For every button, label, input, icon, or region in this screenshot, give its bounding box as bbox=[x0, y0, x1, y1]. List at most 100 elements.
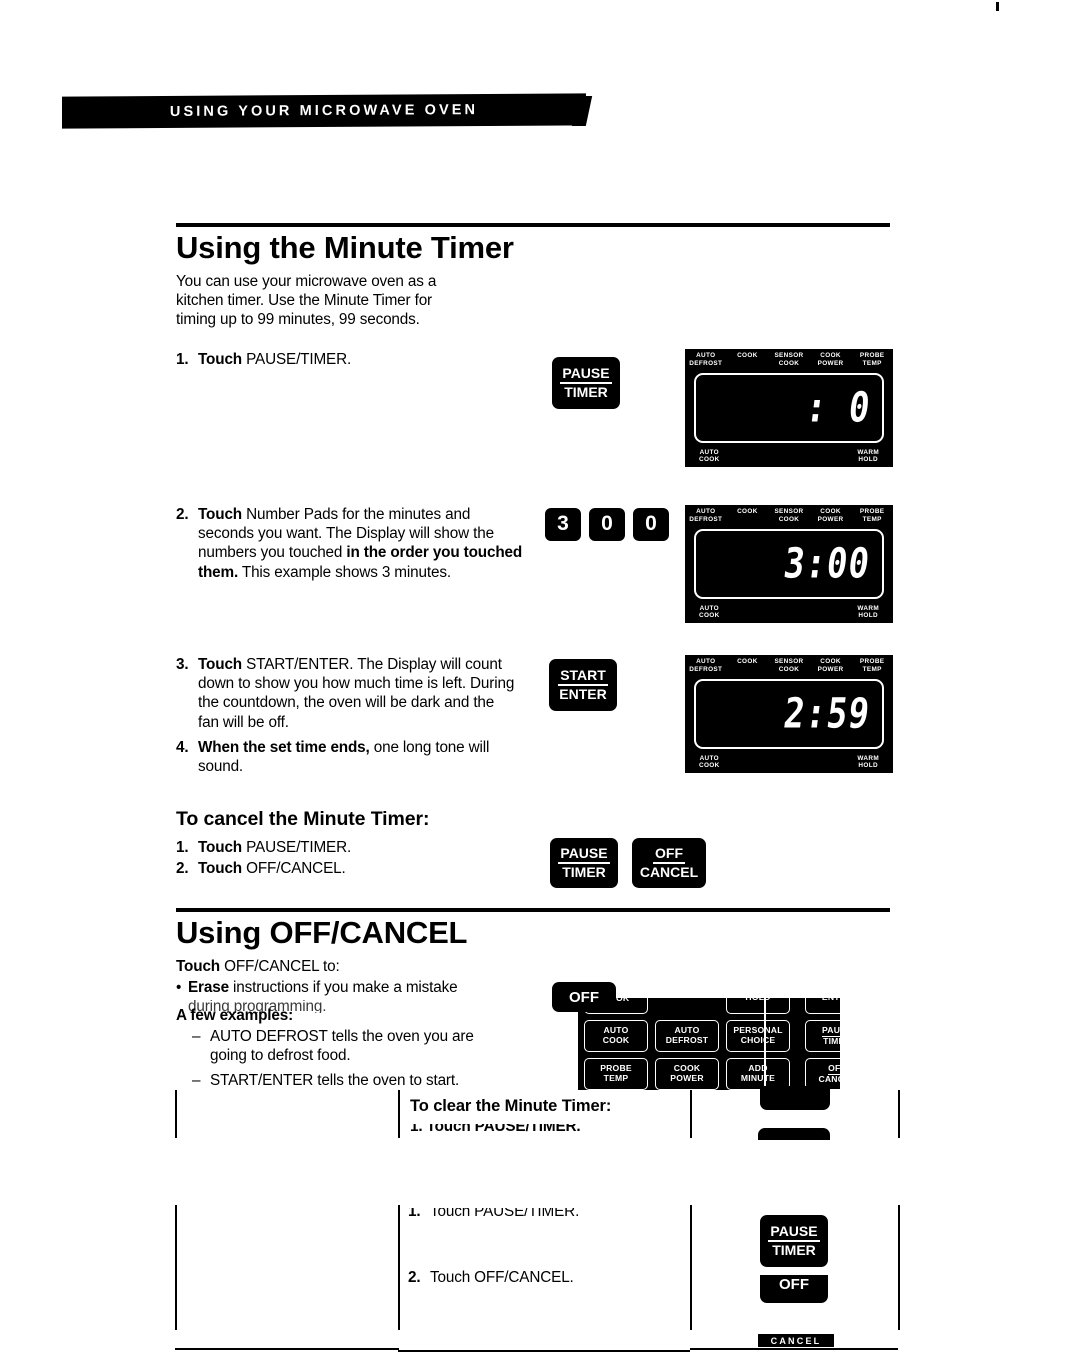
control-panel-divider bbox=[764, 998, 766, 1090]
cancel-step-2: 2. Touch OFF/CANCEL. bbox=[176, 860, 346, 877]
cp-key-personal-choice[interactable]: PERSONAL CHOICE bbox=[726, 1020, 790, 1052]
key-start-enter[interactable]: START ENTER bbox=[549, 659, 617, 711]
key-label-pause: PAUSE bbox=[560, 366, 612, 384]
display-1-annunciators-bottom: AUTO COOK WARM HOLD bbox=[699, 448, 879, 464]
intro-line-1: You can use your microwave oven as a bbox=[176, 273, 437, 290]
bullet-erase-text: instructions if you make a mistake bbox=[228, 979, 458, 996]
page-title-off-cancel: Using OFF/CANCEL bbox=[176, 915, 468, 950]
bullet-erase: • Erase instructions if you make a mista… bbox=[176, 978, 526, 997]
key-label-off: OFF bbox=[653, 846, 685, 864]
key-pause-timer-cancel[interactable]: PAUSE TIMER bbox=[550, 838, 618, 888]
display-3-annunciators-bottom: AUTO COOK WARM HOLD bbox=[699, 754, 879, 770]
step-2-number: 2. bbox=[176, 506, 189, 523]
dash-marker-1: – bbox=[192, 1028, 201, 1045]
fragment-step-2-text: Touch OFF/CANCEL. bbox=[430, 1269, 574, 1286]
example-start-enter: – START/ENTER tells the oven to start. bbox=[192, 1071, 522, 1090]
column-rule-far-right-lower bbox=[898, 1205, 900, 1330]
key-number-3[interactable]: 3 bbox=[545, 508, 581, 541]
key-number-0-first[interactable]: 0 bbox=[589, 508, 625, 541]
step-1-number: 1. bbox=[176, 351, 189, 368]
step-4: 4. When the set time ends, one long tone… bbox=[176, 738, 516, 776]
ann-power: POWER bbox=[817, 359, 844, 367]
cp-key-auto-cook[interactable]: AUTO COOK bbox=[584, 1020, 648, 1052]
display-2-annunciators-top: AUTO DEFROST COOK SENSOR COOK COOK POWER PR… bbox=[689, 508, 885, 523]
cancel-step-1-text: PAUSE/TIMER. bbox=[242, 839, 352, 856]
key-off-cancel[interactable]: OFF CANCEL bbox=[632, 838, 706, 888]
cp-key-probe-temp[interactable]: PROBE TEMP bbox=[584, 1058, 648, 1090]
example-start-enter-text: START/ENTER tells the oven to start. bbox=[210, 1072, 460, 1089]
clipped-keycap-top bbox=[760, 1086, 832, 1112]
fragment-step-1-clipped: 1. Touch PAUSE/TIMER. bbox=[408, 1208, 668, 1228]
cancel-step-1-number: 1. bbox=[176, 839, 189, 856]
column-rule-left-upper bbox=[175, 1090, 177, 1138]
key-cancel-fragment[interactable]: CANCEL bbox=[758, 1334, 834, 1347]
key-off-fragment-clip: OFF bbox=[760, 1275, 832, 1303]
key-number-0-second[interactable]: 0 bbox=[633, 508, 669, 541]
clipped-keycap-bottom-shape[interactable] bbox=[758, 1128, 830, 1140]
column-rule-left-lower bbox=[175, 1205, 177, 1330]
step-3-lead: Touch bbox=[198, 656, 242, 673]
off-cancel-lead-text: OFF/CANCEL to: bbox=[220, 958, 340, 975]
display-3-screen: 2:59 bbox=[694, 679, 884, 749]
cp-key-hold[interactable]: HOLD bbox=[726, 998, 790, 1014]
key-off-overlay[interactable]: OFF bbox=[552, 982, 616, 1012]
key-number-0-second-label: 0 bbox=[645, 512, 657, 536]
bullet-dot-icon: • bbox=[176, 979, 182, 996]
examples-heading: A few examples: bbox=[176, 1007, 294, 1024]
control-panel-row-1: COOK HOLD ENTER bbox=[584, 998, 840, 1014]
column-rule-far-right-upper bbox=[898, 1090, 900, 1138]
key-off-fragment[interactable]: OFF bbox=[760, 1275, 828, 1303]
cp-key-cook-power[interactable]: COOK POWER bbox=[655, 1058, 719, 1090]
ann-cook: COOK bbox=[737, 352, 758, 359]
display-step-1: AUTO DEFROST COOK SENSOR COOK COOK POWER PR… bbox=[685, 349, 893, 467]
key-pause-timer-fragment[interactable]: PAUSE TIMER bbox=[760, 1215, 828, 1267]
display-step-2: AUTO DEFROST COOK SENSOR COOK COOK POWER PR… bbox=[685, 505, 893, 623]
key-pause-timer-step1[interactable]: PAUSE TIMER bbox=[552, 357, 620, 409]
step-2: 2. Touch Number Pads for the minutes and… bbox=[176, 505, 524, 582]
ann-defrost: DEFROST bbox=[689, 359, 723, 367]
off-cancel-lead-bold: Touch bbox=[176, 958, 220, 975]
display-2-annunciators-bottom: AUTO COOK WARM HOLD bbox=[699, 604, 879, 620]
example-auto-defrost-text: AUTO DEFROST tells the oven you are goin… bbox=[210, 1028, 474, 1065]
example-auto-defrost: – AUTO DEFROST tells the oven you are go… bbox=[192, 1027, 512, 1065]
control-panel-diagram: COOK HOLD ENTER AUTO COOK AUTO DEFR bbox=[578, 998, 840, 1090]
clipped-keycap-shape[interactable] bbox=[760, 1086, 830, 1110]
step-4-number: 4. bbox=[176, 739, 189, 756]
key-label-enter: ENTER bbox=[559, 686, 607, 702]
step-3: 3. Touch START/ENTER. The Display will c… bbox=[176, 655, 516, 732]
key-off-fragment-label: OFF bbox=[779, 1276, 809, 1294]
step-2-lead: Touch bbox=[198, 506, 242, 523]
key-label-cancel: CANCEL bbox=[639, 864, 699, 880]
fragment-clipped-step: 1. Touch PAUSE/TIMER. bbox=[410, 1124, 660, 1136]
column-rule-mid-upper bbox=[398, 1090, 400, 1138]
column-rule-mid-lower bbox=[398, 1205, 400, 1330]
step-1: 1. Touch PAUSE/TIMER. bbox=[176, 350, 506, 369]
step-3-text: START/ENTER. The Display will count down… bbox=[198, 656, 515, 731]
cp-key-auto-defrost[interactable]: AUTO DEFROST bbox=[655, 1020, 719, 1052]
section-rule-timer bbox=[176, 223, 890, 227]
cp-key-pause-timer[interactable]: PAUSE TIMER bbox=[805, 1020, 840, 1052]
cancel-step-2-number: 2. bbox=[176, 860, 189, 877]
key-off-overlay-label: OFF bbox=[569, 988, 599, 1006]
intro-line-2: kitchen timer. Use the Minute Timer for bbox=[176, 292, 432, 310]
subheading-cancel-minute-timer: To cancel the Minute Timer: bbox=[176, 808, 430, 830]
fragment-step-2-number: 2. bbox=[408, 1269, 421, 1286]
bottom-rule-mid bbox=[398, 1350, 690, 1352]
ann-auto: AUTO bbox=[696, 352, 716, 359]
dash-marker-2: – bbox=[192, 1072, 201, 1089]
control-panel-row-2: AUTO COOK AUTO DEFROST PERSONAL CHOICE P… bbox=[584, 1020, 840, 1052]
display-2-readout: 3:00 bbox=[781, 539, 873, 589]
display-1-annunciators-top: AUTO DEFROST COOK SENSOR COOK COOK POWER PR… bbox=[685, 352, 893, 367]
column-rule-right-lower bbox=[690, 1205, 692, 1330]
clipped-keycap-bottom bbox=[758, 1128, 834, 1140]
cp-key-enter[interactable]: ENTER bbox=[805, 998, 840, 1014]
running-head-banner: USING YOUR MICROWAVE OVEN bbox=[62, 93, 586, 129]
key-label-timer: TIMER bbox=[564, 384, 608, 400]
section-rule-offcancel bbox=[176, 908, 890, 912]
cp-key-blank bbox=[655, 998, 719, 1014]
fragment-step-2: 2. Touch OFF/CANCEL. bbox=[408, 1268, 668, 1287]
bottom-rule-right bbox=[690, 1348, 898, 1350]
display-step-3: AUTO DEFROST COOK SENSOR COOK COOK POWER PR… bbox=[685, 655, 893, 773]
step-1-lead: Touch bbox=[198, 351, 242, 368]
display-1-screen: : 0 bbox=[694, 373, 884, 443]
